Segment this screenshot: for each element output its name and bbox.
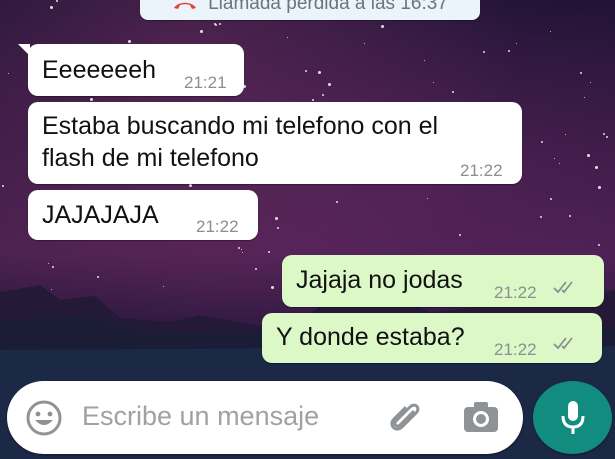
message-bubble-incoming[interactable]: Estaba buscando mi telefono con el flash… [28,102,522,184]
message-input[interactable]: Escribe un mensaje [82,401,319,432]
microphone-icon [561,401,585,434]
message-time: 21:22 [494,340,537,359]
message-text: Estaba buscando mi telefono con el [42,112,439,140]
message-bubble-incoming[interactable]: JAJAJAJA 21:22 [28,190,258,240]
read-ticks-icon [553,337,573,350]
message-time: 21:22 [494,283,537,302]
message-composer: Escribe un mensaje [7,381,523,454]
camera-icon[interactable] [461,398,501,436]
message-bubble-outgoing[interactable]: Jajaja no jodas 21:22 [282,255,604,307]
microphone-button[interactable] [533,381,612,454]
emoji-icon[interactable] [25,399,63,437]
message-bubble-incoming[interactable]: Eeeeeeeh 21:21 [18,44,244,96]
read-ticks-icon [553,281,573,294]
message-text: JAJAJAJA [42,201,159,229]
missed-call-text: Llamada perdida a las 16:37 [208,0,448,14]
message-time: 21:22 [460,161,503,180]
missed-call-icon [174,2,197,9]
missed-call-notice: Llamada perdida a las 16:37 [140,0,480,20]
message-text: flash de mi telefono [42,144,259,172]
paperclip-icon[interactable] [385,398,425,438]
message-text: Jajaja no jodas [296,266,463,294]
message-time: 21:21 [184,73,227,92]
message-bubble-outgoing[interactable]: Y donde estaba? 21:22 [262,313,602,363]
message-text: Y donde estaba? [276,323,465,351]
message-time: 21:22 [196,217,239,236]
message-text: Eeeeeeeh [42,56,157,84]
